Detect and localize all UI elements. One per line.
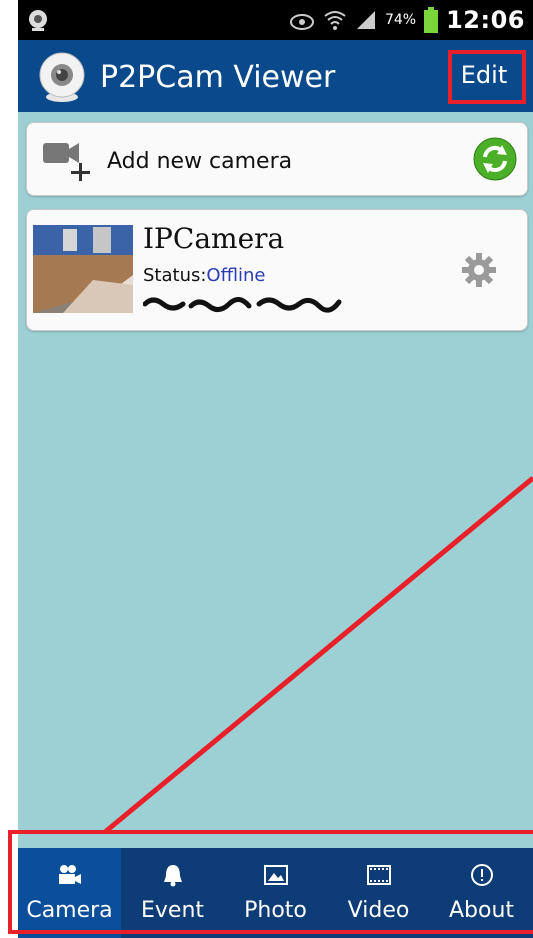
edit-highlight-box bbox=[448, 50, 526, 104]
add-camera-button[interactable]: Add new camera bbox=[26, 122, 528, 196]
webcam-logo-icon bbox=[39, 52, 85, 102]
battery-icon bbox=[424, 7, 439, 33]
add-video-camera-icon bbox=[43, 143, 90, 181]
status-icons: 74% 12:06 bbox=[289, 6, 525, 34]
settings-gear-icon[interactable] bbox=[461, 252, 497, 288]
camera-thumbnail bbox=[33, 225, 133, 313]
camera-status: Status:Offline bbox=[143, 265, 265, 286]
app-screen: 74% 12:06 P2PCam Viewer Edit Add new cam… bbox=[18, 0, 533, 938]
status-value: Offline bbox=[206, 265, 266, 286]
eye-icon bbox=[289, 14, 314, 30]
bottom-nav-highlight-box bbox=[8, 830, 533, 934]
redacted-uid bbox=[143, 297, 342, 313]
app-notification-icon bbox=[29, 10, 47, 31]
clock: 12:06 bbox=[446, 6, 525, 34]
app-title: P2PCam Viewer bbox=[100, 60, 336, 95]
camera-list-item[interactable]: IPCamera Status:Offline bbox=[26, 209, 528, 331]
signal-icon bbox=[356, 11, 375, 29]
add-camera-label: Add new camera bbox=[107, 149, 293, 174]
camera-name: IPCamera bbox=[143, 222, 285, 255]
status-label: Status: bbox=[143, 265, 207, 286]
wifi-icon bbox=[324, 11, 346, 30]
battery-percent: 74% bbox=[384, 12, 417, 28]
status-bar: 74% 12:06 bbox=[18, 0, 533, 40]
refresh-icon[interactable] bbox=[473, 137, 517, 181]
